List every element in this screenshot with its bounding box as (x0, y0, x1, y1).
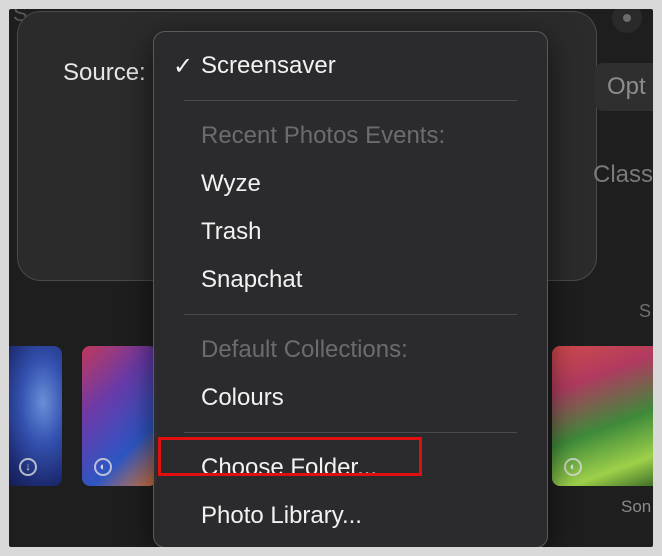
menu-item-snapchat[interactable]: Snapchat (201, 266, 302, 294)
menu-item-photo-library[interactable]: Photo Library... (201, 502, 362, 530)
source-label: Source: (63, 59, 146, 86)
wallpaper-thumbnail[interactable]: ◐ (552, 346, 653, 486)
menu-separator (184, 314, 517, 315)
checkmark-icon: ✓ (173, 53, 194, 80)
menu-item-screensaver[interactable]: Screensaver (201, 52, 336, 80)
menu-separator (184, 432, 517, 433)
annotation-highlight-box (158, 437, 422, 476)
background-class-text: Class (593, 161, 653, 188)
dynamic-wallpaper-icon: ◐ (94, 458, 112, 476)
thumbnail-caption: Son (621, 497, 652, 516)
menu-section-header: Recent Photos Events: (201, 122, 446, 149)
dynamic-wallpaper-icon: ◐ (564, 458, 582, 476)
menu-item-colours[interactable]: Colours (201, 384, 284, 412)
window-control-dot[interactable] (612, 9, 642, 33)
menu-item-trash[interactable]: Trash (201, 218, 261, 246)
options-button[interactable]: Opt (595, 63, 653, 111)
download-icon: ↓ (19, 458, 37, 476)
wallpaper-thumbnail[interactable]: ↓ (9, 346, 62, 486)
wallpaper-thumbnail[interactable]: ◐ (82, 346, 157, 486)
menu-section-header: Default Collections: (201, 336, 408, 363)
background-side-letter: S (639, 301, 652, 321)
menu-item-wyze[interactable]: Wyze (201, 170, 261, 198)
menu-separator (184, 100, 517, 101)
